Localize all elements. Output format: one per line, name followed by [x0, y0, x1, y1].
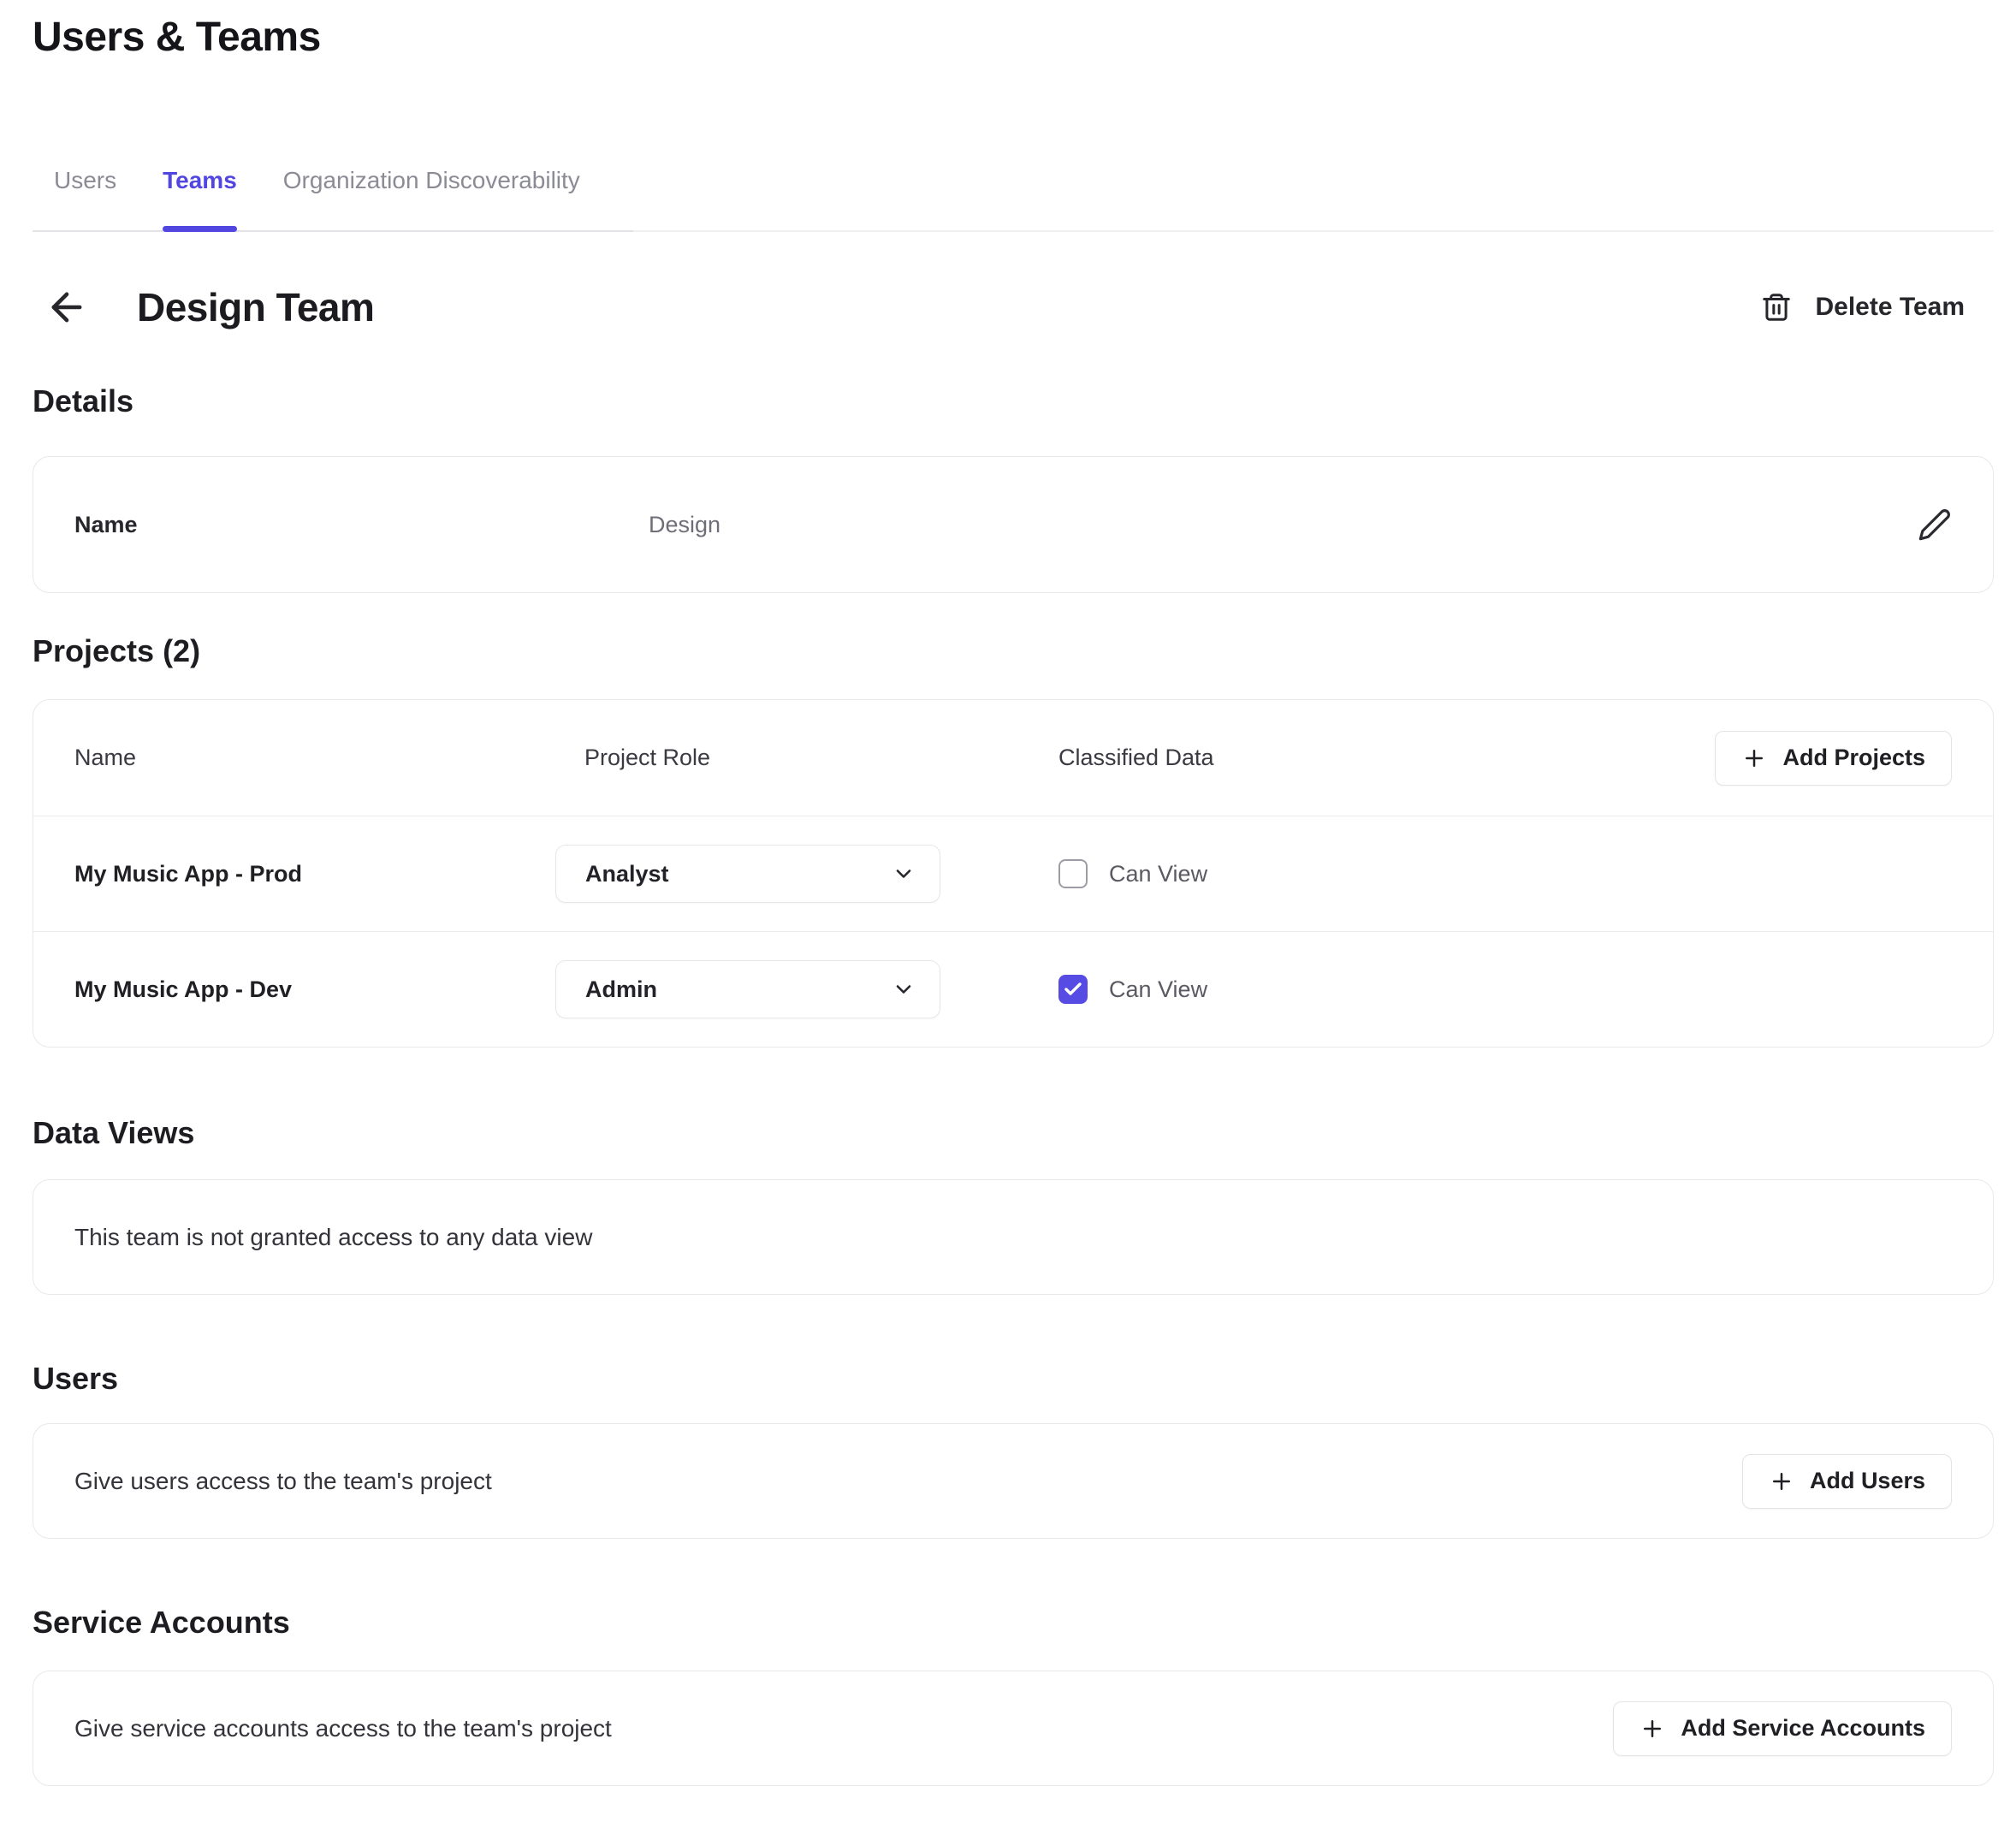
users-heading: Users — [33, 1360, 1994, 1398]
pencil-icon — [1918, 507, 1952, 542]
add-users-button[interactable]: Add Users — [1742, 1454, 1952, 1509]
page-title: Users & Teams — [33, 14, 1994, 61]
add-service-accounts-label: Add Service Accounts — [1681, 1715, 1925, 1742]
can-view-label: Can View — [1109, 976, 1207, 1003]
data-views-heading: Data Views — [33, 1114, 1994, 1152]
tab-teams[interactable]: Teams — [163, 167, 237, 230]
tab-bar: Users Teams Organization Discoverability — [33, 167, 1994, 232]
edit-name-button[interactable] — [1911, 501, 1959, 549]
users-card: Give users access to the team's project … — [33, 1423, 1994, 1539]
delete-team-label: Delete Team — [1815, 293, 1965, 322]
can-view-checkbox[interactable] — [1058, 859, 1088, 888]
projects-header-row: Name Project Role Classified Data Add Pr… — [33, 700, 1993, 816]
name-label: Name — [74, 512, 649, 538]
users-empty-text: Give users access to the team's project — [74, 1468, 492, 1495]
add-projects-button[interactable]: Add Projects — [1715, 731, 1952, 786]
users-teams-page: Users & Teams Users Teams Organization D… — [0, 14, 2016, 1828]
column-header-name: Name — [74, 745, 555, 771]
tab-organization-discoverability[interactable]: Organization Discoverability — [283, 167, 580, 230]
plus-icon — [1639, 1716, 1665, 1742]
trash-icon — [1760, 291, 1793, 323]
project-role-select[interactable]: Analyst — [555, 845, 940, 903]
add-service-accounts-button[interactable]: Add Service Accounts — [1613, 1701, 1952, 1756]
add-projects-label: Add Projects — [1782, 745, 1925, 771]
plus-icon — [1769, 1469, 1794, 1494]
project-row: My Music App - Prod Analyst Can View — [33, 816, 1993, 931]
project-name: My Music App - Dev — [74, 976, 555, 1003]
column-header-classified-data: Classified Data — [1058, 745, 1214, 771]
data-views-empty-text: This team is not granted access to any d… — [74, 1224, 592, 1251]
project-row: My Music App - Dev Admin Can View — [33, 931, 1993, 1047]
details-heading: Details — [33, 383, 1994, 420]
add-users-label: Add Users — [1810, 1468, 1925, 1494]
column-header-project-role: Project Role — [555, 745, 1058, 771]
details-card: Name Design — [33, 456, 1994, 593]
chevron-down-icon — [892, 977, 916, 1001]
data-views-card: This team is not granted access to any d… — [33, 1179, 1994, 1295]
back-button[interactable] — [44, 285, 89, 329]
plus-icon — [1741, 745, 1767, 771]
service-accounts-heading: Service Accounts — [33, 1604, 1994, 1641]
project-role-select[interactable]: Admin — [555, 960, 940, 1018]
service-accounts-empty-text: Give service accounts access to the team… — [74, 1715, 612, 1742]
name-value: Design — [649, 512, 720, 538]
projects-heading: Projects (2) — [33, 632, 1994, 670]
chevron-down-icon — [892, 862, 916, 886]
project-name: My Music App - Prod — [74, 861, 555, 887]
delete-team-button[interactable]: Delete Team — [1760, 291, 1965, 323]
team-title: Design Team — [137, 284, 374, 330]
tab-users[interactable]: Users — [54, 167, 116, 230]
team-header: Design Team Delete Team — [33, 280, 1994, 335]
projects-table: Name Project Role Classified Data Add Pr… — [33, 699, 1994, 1048]
service-accounts-card: Give service accounts access to the team… — [33, 1671, 1994, 1786]
can-view-checkbox[interactable] — [1058, 975, 1088, 1004]
arrow-left-icon — [44, 285, 89, 329]
project-role-value: Analyst — [585, 861, 669, 887]
project-role-value: Admin — [585, 976, 657, 1003]
can-view-label: Can View — [1109, 861, 1207, 887]
check-icon — [1063, 979, 1083, 1000]
